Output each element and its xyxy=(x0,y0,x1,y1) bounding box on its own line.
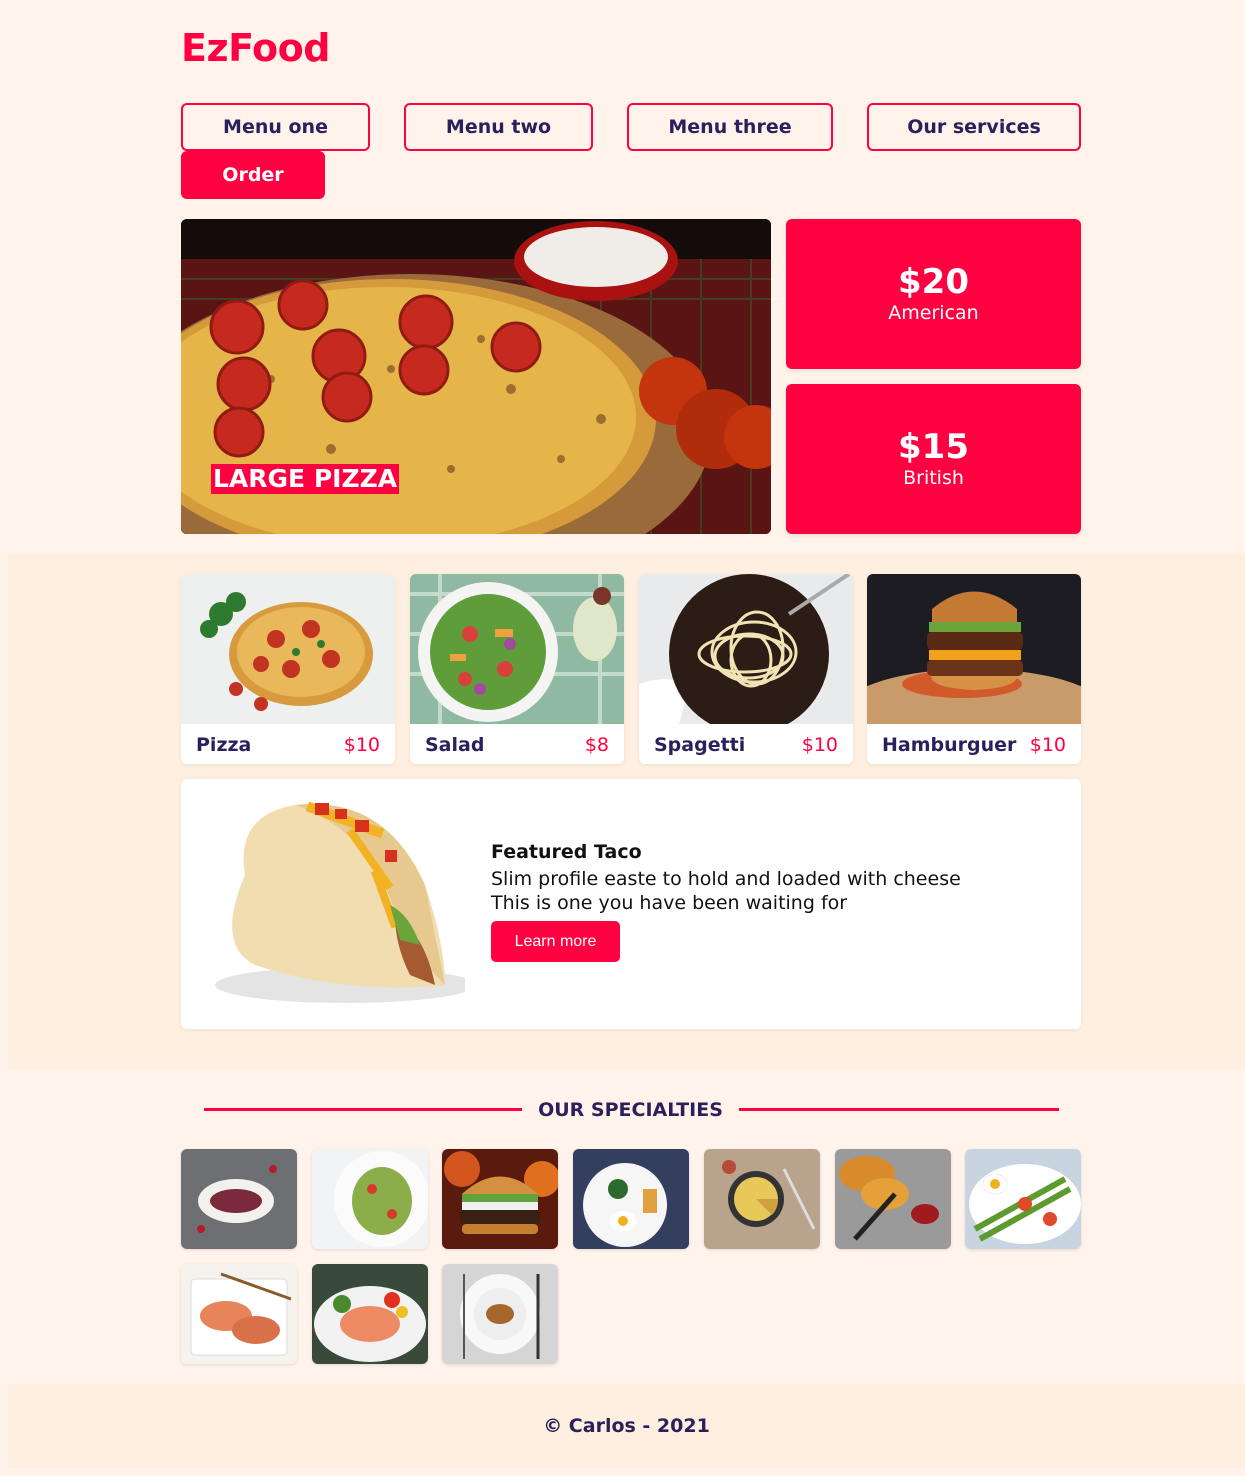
nav-menu-three[interactable]: Menu three xyxy=(627,103,833,151)
specialty-thumb-breakfast-plate[interactable] xyxy=(573,1149,689,1249)
menu-card-price: $8 xyxy=(584,734,609,756)
menu-card-price: $10 xyxy=(1029,734,1066,756)
offer-origin: American xyxy=(888,302,979,324)
order-button[interactable]: Order xyxy=(181,151,325,199)
featured-description-2: This is one you have been waiting for xyxy=(491,892,848,914)
featured-title: Featured Taco xyxy=(491,841,642,863)
specialties-divider-left xyxy=(204,1108,522,1111)
learn-more-button[interactable]: Learn more xyxy=(491,921,620,962)
footer-copyright: © Carlos - 2021 xyxy=(543,1415,710,1437)
specialty-thumb-salmon-salad[interactable] xyxy=(312,1264,428,1364)
specialties-heading: OUR SPECIALTIES xyxy=(538,1099,723,1121)
menu-card-hamburguer[interactable]: Hamburguer $10 xyxy=(867,574,1081,764)
salad-photo xyxy=(410,574,624,724)
hero-banner[interactable]: LARGE PIZZA xyxy=(181,219,771,534)
featured-card: Featured Taco Slim profile easte to hold… xyxy=(181,779,1081,1029)
menu-card-price: $10 xyxy=(343,734,380,756)
offer-card-british[interactable]: $15 British xyxy=(786,384,1081,534)
specialty-thumb-salmon-dish[interactable] xyxy=(181,1264,297,1364)
specialty-thumb-plated-entree[interactable] xyxy=(442,1264,558,1364)
footer: © Carlos - 2021 xyxy=(8,1384,1245,1468)
nav-menu-two[interactable]: Menu two xyxy=(404,103,593,151)
featured-description-1: Slim profile easte to hold and loaded wi… xyxy=(491,868,961,890)
specialty-thumb-croissants[interactable] xyxy=(835,1149,951,1249)
offer-origin: British xyxy=(903,467,964,489)
offer-price: $15 xyxy=(898,427,969,467)
menu-card-name: Spagetti xyxy=(654,734,746,756)
specialty-thumb-quiche[interactable] xyxy=(704,1149,820,1249)
burger-photo xyxy=(867,574,1081,724)
menu-card-name: Hamburguer xyxy=(882,734,1017,756)
specialty-thumb-pasta-salad[interactable] xyxy=(312,1149,428,1249)
menu-card-spagetti[interactable]: Spagetti $10 xyxy=(639,574,853,764)
hero-caption: LARGE PIZZA xyxy=(211,464,400,494)
menu-card-salad[interactable]: Salad $8 xyxy=(410,574,624,764)
menu-card-pizza[interactable]: Pizza $10 xyxy=(181,574,395,764)
specialty-thumb-egg-asparagus-salad[interactable] xyxy=(965,1149,1081,1249)
specialties-divider-right xyxy=(739,1108,1059,1111)
menu-card-name: Salad xyxy=(425,734,485,756)
nav-our-services[interactable]: Our services xyxy=(867,103,1081,151)
offer-card-american[interactable]: $20 American xyxy=(786,219,1081,369)
taco-photo xyxy=(215,801,465,1003)
logo[interactable]: EzFood xyxy=(181,26,330,70)
specialty-thumb-burger[interactable] xyxy=(442,1149,558,1249)
nav-menu-one[interactable]: Menu one xyxy=(181,103,370,151)
pizza-photo xyxy=(181,574,395,724)
spaghetti-photo xyxy=(639,574,853,724)
offer-price: $20 xyxy=(898,262,969,302)
specialty-thumb-dessert-plate[interactable] xyxy=(181,1149,297,1249)
menu-card-name: Pizza xyxy=(196,734,252,756)
menu-card-price: $10 xyxy=(801,734,838,756)
